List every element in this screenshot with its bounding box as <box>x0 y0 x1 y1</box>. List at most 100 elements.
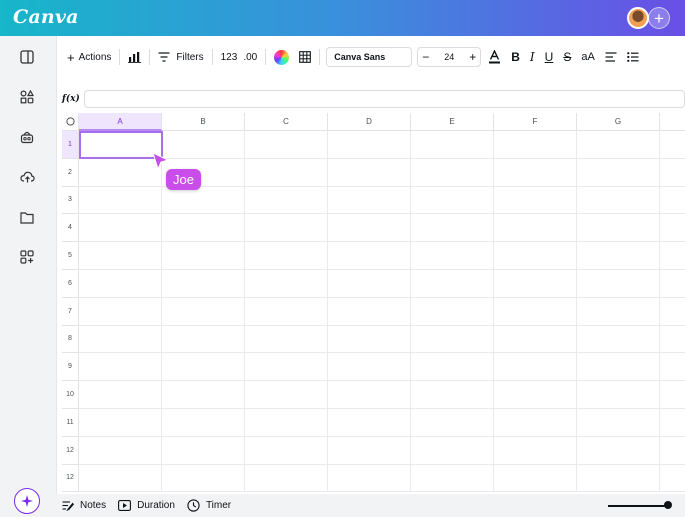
column-header-a[interactable]: A <box>79 113 162 131</box>
grid-cell[interactable] <box>577 186 660 215</box>
filters-button[interactable]: Filters <box>153 44 208 70</box>
font-size-stepper[interactable]: − 24 + <box>417 47 482 67</box>
row-header[interactable]: 12 <box>62 436 79 465</box>
grid-cell[interactable] <box>245 297 328 326</box>
select-all-corner[interactable] <box>62 113 79 131</box>
grid-cell[interactable] <box>79 158 162 187</box>
grid-cell[interactable] <box>660 381 685 409</box>
column-header-f[interactable]: F <box>494 113 577 131</box>
grid-cell[interactable] <box>411 409 494 437</box>
formula-input[interactable] <box>84 90 685 108</box>
grid-cell[interactable] <box>328 409 411 437</box>
grid-cell[interactable] <box>494 242 577 270</box>
grid-cell[interactable] <box>79 409 162 437</box>
grid-cell[interactable] <box>79 353 162 382</box>
grid-cell[interactable] <box>328 325 411 354</box>
grid-cell[interactable] <box>411 158 494 187</box>
brand-icon[interactable] <box>18 128 36 146</box>
underline-button[interactable]: U <box>540 44 559 70</box>
grid-cell[interactable] <box>577 242 660 270</box>
grid-cell[interactable] <box>660 214 685 243</box>
grid-cell[interactable] <box>577 325 660 354</box>
grid-cell[interactable] <box>79 297 162 326</box>
grid-cell[interactable] <box>162 270 245 298</box>
grid-cell[interactable] <box>245 242 328 270</box>
grid-cell[interactable] <box>79 242 162 270</box>
grid-cell[interactable] <box>577 214 660 243</box>
row-header[interactable]: 3 <box>62 186 79 215</box>
grid-cell[interactable] <box>328 464 411 493</box>
list-button[interactable] <box>622 44 644 70</box>
grid-cell[interactable] <box>162 464 245 493</box>
increase-font-size-button[interactable]: + <box>469 50 476 64</box>
notes-button[interactable]: Notes <box>62 500 106 511</box>
decrease-font-size-button[interactable]: − <box>422 50 429 64</box>
column-header-g[interactable]: G <box>577 113 660 131</box>
canva-logo[interactable]: Canva <box>13 6 79 28</box>
font-size-value[interactable]: 24 <box>444 52 454 62</box>
uploads-icon[interactable] <box>18 168 36 186</box>
grid-cell[interactable] <box>660 437 685 465</box>
grid-cell[interactable] <box>162 381 245 409</box>
grid-cell[interactable] <box>162 131 245 159</box>
grid-cell[interactable] <box>660 409 685 437</box>
grid-cell[interactable] <box>660 298 685 326</box>
add-collaborator-button[interactable]: + <box>648 7 670 29</box>
grid-cell[interactable] <box>162 242 245 270</box>
grid-cell[interactable] <box>577 131 660 159</box>
column-header-b[interactable]: B <box>162 113 245 131</box>
grid-cell[interactable] <box>411 214 494 243</box>
grid-cell[interactable] <box>411 270 494 298</box>
zoom-slider-handle[interactable] <box>664 501 672 509</box>
italic-button[interactable]: I <box>525 44 540 70</box>
row-header[interactable]: 4 <box>62 214 79 243</box>
grid-cell[interactable] <box>577 353 660 382</box>
column-header-overflow[interactable] <box>660 113 685 131</box>
grid-cell[interactable] <box>577 381 660 409</box>
grid-cell[interactable] <box>411 131 494 159</box>
grid-cell[interactable] <box>245 270 328 298</box>
grid-cell[interactable] <box>494 325 577 354</box>
strikethrough-button[interactable]: S <box>558 44 576 70</box>
grid-cell[interactable] <box>494 353 577 382</box>
grid-cell[interactable] <box>79 436 162 465</box>
grid-cell[interactable] <box>411 297 494 326</box>
grid-cell[interactable] <box>245 325 328 354</box>
grid-cell[interactable] <box>162 297 245 326</box>
grid-cell[interactable] <box>245 409 328 437</box>
column-header-d[interactable]: D <box>328 113 411 131</box>
grid-cell[interactable] <box>411 186 494 215</box>
magic-assistant-button[interactable] <box>14 488 40 514</box>
grid-cell[interactable] <box>162 353 245 382</box>
grid-cell[interactable] <box>162 214 245 243</box>
grid-cell[interactable] <box>411 436 494 465</box>
grid-cell[interactable] <box>79 270 162 298</box>
grid-cell[interactable] <box>411 353 494 382</box>
grid-cell[interactable] <box>328 214 411 243</box>
grid-cell[interactable] <box>577 436 660 465</box>
row-header[interactable]: 9 <box>62 353 79 382</box>
elements-icon[interactable] <box>18 88 36 106</box>
grid-cell[interactable] <box>245 436 328 465</box>
grid-cell[interactable] <box>660 187 685 215</box>
row-header[interactable]: 7 <box>62 297 79 326</box>
grid-cell[interactable] <box>494 464 577 493</box>
grid-cell[interactable] <box>79 381 162 409</box>
grid-cell[interactable] <box>79 186 162 215</box>
grid-cell[interactable] <box>494 297 577 326</box>
grid-cell[interactable] <box>328 242 411 270</box>
color-button[interactable] <box>269 44 294 70</box>
text-color-button[interactable] <box>483 44 506 70</box>
grid-cell[interactable] <box>660 465 685 493</box>
grid-cell[interactable] <box>162 409 245 437</box>
grid-cell[interactable] <box>660 353 685 382</box>
bold-button[interactable]: B <box>506 44 525 70</box>
grid-cell[interactable] <box>245 158 328 187</box>
grid-cell[interactable] <box>245 381 328 409</box>
grid-cell[interactable] <box>660 159 685 187</box>
grid-cell[interactable] <box>245 131 328 159</box>
grid-cell[interactable] <box>494 409 577 437</box>
letter-case-button[interactable]: aA <box>576 44 599 70</box>
grid-cell[interactable] <box>577 464 660 493</box>
align-button[interactable] <box>600 44 622 70</box>
